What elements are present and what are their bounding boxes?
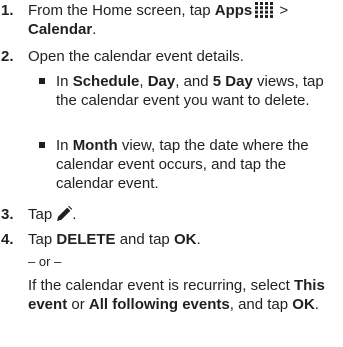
apps-label: Apps: [214, 2, 253, 19]
step-text: From the Home screen, tap Apps > Calenda…: [28, 2, 289, 38]
step-number: 4.: [1, 231, 14, 248]
step-number: 2.: [1, 48, 14, 65]
step-number: 1.: [1, 2, 14, 19]
bullet-icon: [39, 78, 45, 84]
step-text: Tap .: [28, 206, 77, 223]
step-text: Tap DELETE and tap OK.: [28, 231, 201, 248]
apps-grid-icon: [255, 2, 274, 18]
bullet-icon: [39, 142, 45, 148]
substep-text: In Schedule, Day, and 5 Day views, tap t…: [56, 73, 324, 109]
step-text: Open the calendar event details.: [28, 48, 244, 65]
substep-text: In Month view, tap the date where the ca…: [56, 137, 309, 192]
or-separator: – or –: [28, 254, 62, 269]
step-number: 3.: [1, 206, 14, 223]
instructions-page: 1. From the Home screen, tap Apps > Cale…: [0, 0, 343, 347]
pencil-icon: [57, 206, 73, 221]
recurring-note: If the calendar event is recurring, sele…: [28, 277, 325, 313]
calendar-label: Calendar: [28, 21, 93, 38]
